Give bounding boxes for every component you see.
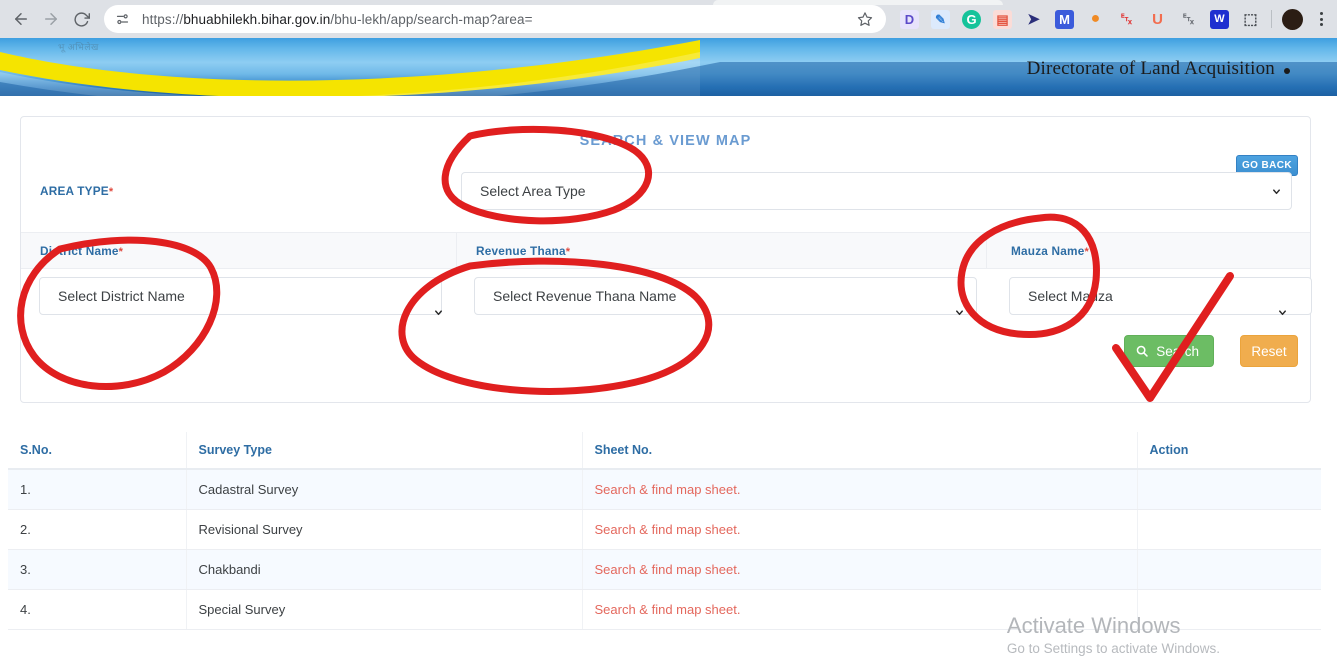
search-button-label: Search bbox=[1156, 343, 1199, 359]
unacademy-extension[interactable]: U bbox=[1142, 4, 1173, 34]
mauza-name-label: Mauza Name* bbox=[986, 233, 1310, 268]
column-header-action: Action bbox=[1136, 432, 1321, 470]
tab-strip[interactable] bbox=[713, 0, 1003, 5]
required-marker: * bbox=[1084, 246, 1089, 258]
cell-sno: 4. bbox=[8, 589, 186, 630]
district-name-label: District Name* bbox=[40, 244, 124, 258]
reload-icon[interactable] bbox=[66, 4, 96, 34]
chevron-down-icon[interactable] bbox=[1277, 305, 1288, 323]
address-bar[interactable]: https://bhuabhilekh.bihar.gov.in/bhu-lek… bbox=[104, 5, 886, 33]
revenue-thana-select[interactable]: Select Revenue Thana Name bbox=[474, 277, 977, 315]
mauza-value: Select Mauza bbox=[1028, 288, 1113, 304]
cell-survey-type: Cadastral Survey bbox=[185, 469, 582, 510]
column-header-sheet-no: Sheet No. bbox=[581, 432, 1137, 470]
table-row: 2. Revisional Survey Search & find map s… bbox=[8, 509, 1321, 550]
honey-extension[interactable]: ● bbox=[1080, 4, 1111, 34]
docusign-extension[interactable]: D bbox=[894, 4, 925, 34]
adobe-acrobat-extension[interactable]: ▤ bbox=[987, 4, 1018, 34]
revenue-thana-value: Select Revenue Thana Name bbox=[493, 288, 677, 304]
avatar[interactable] bbox=[1277, 4, 1307, 34]
sheet-search-link[interactable]: Search & find map sheet. bbox=[595, 602, 741, 617]
site-settings-icon[interactable] bbox=[112, 9, 132, 29]
url-text: https://bhuabhilekh.bihar.gov.in/bhu-lek… bbox=[132, 12, 854, 27]
dark-bird-extension[interactable]: ➤ bbox=[1018, 4, 1049, 34]
page-content: SEARCH & VIEW MAP GO BACK AREA TYPE* Sel… bbox=[0, 96, 1337, 661]
area-type-select[interactable]: Select Area Type bbox=[461, 172, 1292, 210]
mega-extension[interactable]: M bbox=[1049, 4, 1080, 34]
cell-sno: 1. bbox=[8, 469, 186, 510]
table-row: 1. Cadastral Survey Search & find map sh… bbox=[8, 469, 1321, 510]
url-prefix: https:// bbox=[142, 11, 184, 27]
results-table: S.No. Survey Type Sheet No. Action 1. Ca… bbox=[8, 432, 1321, 630]
cell-action bbox=[1136, 549, 1321, 590]
wordtune-extension[interactable]: W bbox=[1204, 4, 1235, 34]
cell-sno: 2. bbox=[8, 509, 186, 550]
cell-survey-type: Chakbandi bbox=[185, 549, 582, 590]
revenue-thana-label: Revenue Thana* bbox=[456, 233, 986, 268]
bookmark-star-icon[interactable] bbox=[854, 8, 876, 30]
area-type-label: AREA TYPE* bbox=[40, 184, 114, 198]
district-name-select[interactable]: Select District Name bbox=[39, 277, 442, 315]
cell-survey-type: Revisional Survey bbox=[185, 509, 582, 550]
column-header-sno: S.No. bbox=[8, 432, 186, 470]
chevron-down-icon[interactable] bbox=[433, 305, 444, 323]
grammarly-keyboard-extension[interactable]: ✎ bbox=[925, 4, 956, 34]
magnifier-icon bbox=[1135, 344, 1149, 358]
banner-dot bbox=[1284, 68, 1290, 74]
required-marker: * bbox=[118, 246, 124, 258]
cell-sno: 3. bbox=[8, 549, 186, 590]
banner-title: Directorate of Land Acquisition bbox=[1026, 58, 1275, 79]
area-type-value: Select Area Type bbox=[480, 183, 586, 199]
windows-activation-watermark: Activate Windows Go to Settings to activ… bbox=[1007, 613, 1220, 659]
cell-action bbox=[1136, 469, 1321, 510]
field-inputs-row: Select District Name Select Revenue Than… bbox=[21, 269, 1312, 325]
extensions-puzzle-icon[interactable]: ⬚ bbox=[1235, 4, 1266, 34]
district-name-value: Select District Name bbox=[58, 288, 185, 304]
page-title: SEARCH & VIEW MAP bbox=[579, 133, 752, 149]
three-dot-menu-icon[interactable] bbox=[1307, 4, 1335, 34]
url-domain: bhuabhilekh.bihar.gov.in bbox=[183, 11, 331, 27]
banner-faint-text: भू अभिलेख bbox=[58, 42, 99, 52]
table-header-row: S.No. Survey Type Sheet No. Action bbox=[8, 432, 1321, 470]
toolbar-divider bbox=[1271, 10, 1272, 28]
cell-sheet-no: Search & find map sheet. bbox=[581, 549, 1137, 590]
sheet-search-link[interactable]: Search & find map sheet. bbox=[595, 562, 741, 577]
required-marker: * bbox=[108, 186, 114, 198]
area-type-row: AREA TYPE* Select Area Type bbox=[21, 162, 1310, 232]
watermark-subtitle: Go to Settings to activate Windows. bbox=[1006, 641, 1220, 656]
search-button[interactable]: Search bbox=[1124, 335, 1214, 367]
chevron-down-icon[interactable] bbox=[954, 305, 965, 323]
form-actions-row: Search Reset bbox=[21, 325, 1310, 387]
browser-chrome: https://bhuabhilekh.bihar.gov.in/bhu-lek… bbox=[0, 0, 1337, 38]
extensions-bar: D ✎ G ▤ ➤ M ● ␃ U ␃ W ⬚ bbox=[894, 0, 1337, 38]
forward-arrow-icon[interactable] bbox=[36, 4, 66, 34]
field-labels-row: District Name* Revenue Thana* Mauza Name… bbox=[21, 232, 1310, 269]
required-marker: * bbox=[565, 246, 571, 258]
voice-recorder-red-extension[interactable]: ␃ bbox=[1111, 4, 1142, 34]
microphone-extension[interactable]: ␃ bbox=[1173, 4, 1204, 34]
mauza-select[interactable]: Select Mauza bbox=[1009, 277, 1312, 315]
cell-sheet-no: Search & find map sheet. bbox=[581, 509, 1137, 550]
grammarly-extension[interactable]: G bbox=[956, 4, 987, 34]
url-path: /bhu-lekh/app/search-map?area= bbox=[330, 11, 533, 27]
table-row: 3. Chakbandi Search & find map sheet. bbox=[8, 549, 1321, 590]
watermark-title: Activate Windows bbox=[1006, 613, 1181, 638]
sheet-search-link[interactable]: Search & find map sheet. bbox=[595, 522, 741, 537]
cell-action bbox=[1136, 509, 1321, 550]
cell-sheet-no: Search & find map sheet. bbox=[581, 469, 1137, 510]
back-arrow-icon[interactable] bbox=[6, 4, 36, 34]
cell-survey-type: Special Survey bbox=[185, 589, 582, 630]
sheet-search-link[interactable]: Search & find map sheet. bbox=[595, 482, 741, 497]
reset-button[interactable]: Reset bbox=[1240, 335, 1298, 367]
chevron-down-icon bbox=[1269, 184, 1283, 198]
column-header-survey-type: Survey Type bbox=[185, 432, 582, 470]
search-form-card: SEARCH & VIEW MAP GO BACK AREA TYPE* Sel… bbox=[20, 116, 1312, 403]
site-banner: भू अभिलेख Directorate of Land Acquisitio… bbox=[0, 38, 1337, 96]
